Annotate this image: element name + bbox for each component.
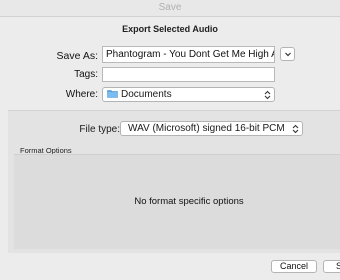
export-options-panel: File type: WAV (Microsoft) signed 16-bit… [8,110,340,253]
popup-arrows-icon [292,124,299,134]
file-type-popup[interactable]: WAV (Microsoft) signed 16-bit PCM [120,121,303,136]
tags-label: Tags: [74,69,98,80]
cancel-button[interactable]: Cancel [271,260,317,273]
folder-icon [107,90,118,98]
where-location-popup[interactable]: Documents [102,87,275,102]
chevron-down-icon [285,52,291,57]
tags-field[interactable] [102,67,275,82]
format-options-message: No format specific options [134,196,244,207]
file-type-label: File type: [79,124,120,135]
save-as-field[interactable]: Phantogram - You Dont Get Me High Anyway [102,46,275,63]
expand-dialog-button[interactable] [280,47,295,61]
save-button[interactable]: Save [323,260,340,273]
format-options-box: No format specific options [14,154,340,249]
window-title: Save [0,0,340,17]
popup-arrows-icon [264,90,271,100]
dialog-heading: Export Selected Audio [122,24,218,34]
where-label: Where: [65,89,98,100]
file-type-value: WAV (Microsoft) signed 16-bit PCM [128,123,285,134]
save-as-label: Save As: [56,50,98,62]
save-dialog-window: Save Export Selected Audio Save As: Phan… [0,0,340,280]
where-value: Documents [121,89,172,100]
